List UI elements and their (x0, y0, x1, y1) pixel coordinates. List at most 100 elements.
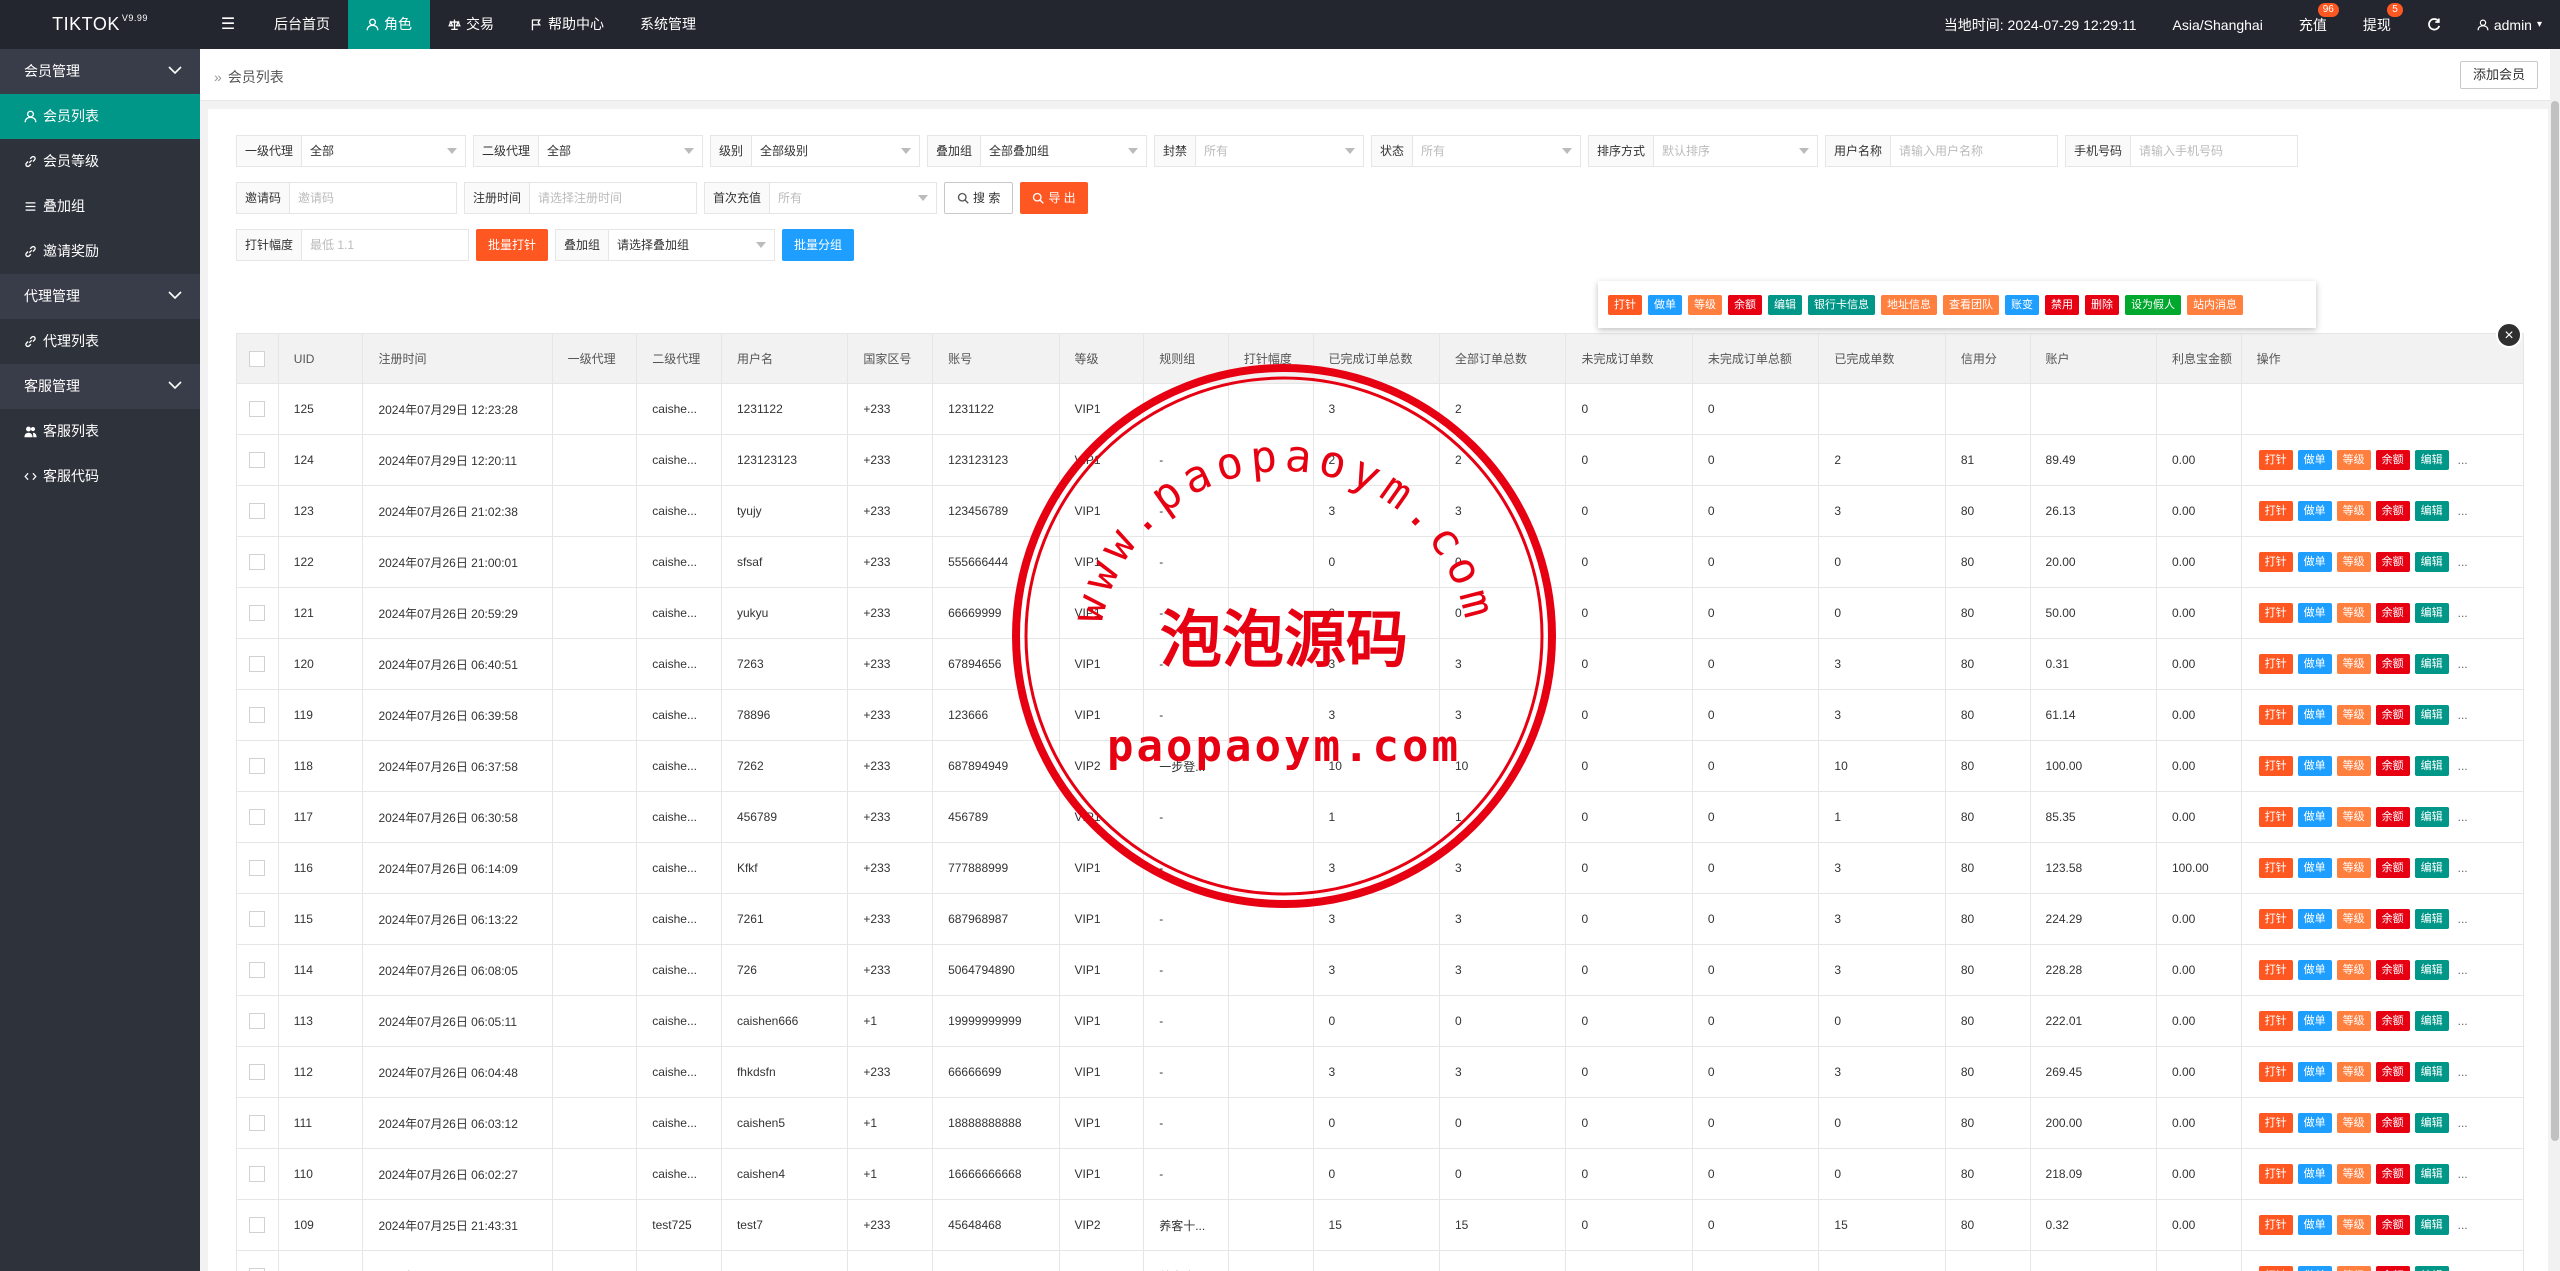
row-checkbox-cell[interactable] (236, 434, 279, 486)
filter-r1-2[interactable]: 级别 全部级别 (710, 135, 920, 167)
action-button[interactable]: 编辑 (2414, 1215, 2449, 1235)
action-button[interactable]: 余额 (2375, 909, 2410, 929)
action-button[interactable]: 余额 (2375, 1215, 2410, 1235)
more-actions-button[interactable]: ... (2458, 708, 2468, 722)
filter-input[interactable]: 请选择注册时间 (530, 183, 696, 213)
action-button[interactable]: 余额 (2375, 1011, 2410, 1031)
action-button[interactable]: 余额 (2375, 450, 2410, 470)
sidebar-group-0[interactable]: 会员管理 (0, 49, 200, 94)
refresh-icon[interactable] (2409, 0, 2459, 49)
row-checkbox-cell[interactable] (236, 536, 279, 588)
action-button[interactable]: 余额 (2375, 1062, 2410, 1082)
action-button[interactable]: 打针 (2258, 858, 2293, 878)
filter-r2-1[interactable]: 注册时间 请选择注册时间 (464, 182, 697, 214)
batch-group-button[interactable]: 批量分组 (782, 229, 855, 261)
checkbox[interactable] (249, 860, 266, 876)
more-actions-button[interactable]: ... (2458, 504, 2468, 518)
row-checkbox-cell[interactable] (236, 842, 279, 894)
row-checkbox-cell[interactable] (236, 1046, 279, 1098)
action-button[interactable]: 编辑 (2414, 603, 2449, 623)
action-button[interactable]: 打针 (2258, 1062, 2293, 1082)
row-checkbox-cell[interactable] (236, 893, 279, 945)
add-member-button[interactable]: 添加会员 (2459, 61, 2538, 89)
checkbox[interactable] (249, 656, 266, 672)
action-button[interactable]: 编辑 (2414, 909, 2449, 929)
action-button[interactable]: 余额 (2375, 807, 2410, 827)
action-button[interactable]: 打针 (2258, 1266, 2293, 1271)
action-button[interactable]: 等级 (2336, 450, 2371, 470)
filter-input[interactable]: 邀请码 (290, 183, 456, 213)
filter-r1-3[interactable]: 叠加组 全部叠加组 (927, 135, 1147, 167)
group-select[interactable]: 叠加组 请选择叠加组 (555, 229, 776, 261)
nav-item-4[interactable]: 系统管理 (622, 0, 714, 49)
action-button[interactable]: 做单 (2297, 1266, 2332, 1271)
nav-item-1[interactable]: 角色 (348, 0, 430, 49)
sidebar-item-0-1[interactable]: 会员等级 (0, 139, 200, 184)
row-checkbox-cell[interactable] (236, 689, 279, 741)
action-button[interactable]: 等级 (2336, 603, 2371, 623)
table-row[interactable]: 113 2024年07月26日 06:05:11 caishe... caishen6… (236, 995, 2525, 1047)
table-row[interactable]: 111 2024年07月26日 06:03:12 caishe... caishen5… (236, 1097, 2525, 1149)
filter-select[interactable]: 全部 (539, 136, 702, 166)
popup-action-button[interactable]: 设为假人 (2125, 294, 2181, 315)
filter-input[interactable]: 最低 1.1 (302, 230, 468, 260)
action-button[interactable]: 编辑 (2414, 654, 2449, 674)
row-checkbox-cell[interactable] (236, 995, 279, 1047)
sidebar-item-0-0[interactable]: 会员列表 (0, 94, 200, 139)
action-button[interactable]: 等级 (2336, 858, 2371, 878)
filter-r1-6[interactable]: 排序方式 默认排序 (1588, 135, 1818, 167)
filter-r2-0[interactable]: 邀请码 邀请码 (236, 182, 457, 214)
table-row[interactable]: 115 2024年07月26日 06:13:22 caishe... 7261 +233… (236, 893, 2525, 945)
row-checkbox-cell[interactable] (236, 791, 279, 843)
more-actions-button[interactable]: ... (2458, 810, 2468, 824)
action-button[interactable]: 编辑 (2414, 1011, 2449, 1031)
action-button[interactable]: 做单 (2297, 603, 2332, 623)
search-button[interactable]: 搜 索 (944, 182, 1014, 214)
action-button[interactable]: 余额 (2375, 501, 2410, 521)
more-actions-button[interactable]: ... (2458, 657, 2468, 671)
action-button[interactable]: 打针 (2258, 1164, 2293, 1184)
table-row[interactable]: 116 2024年07月26日 06:14:09 caishe... Kfkf +233… (236, 842, 2525, 894)
filter-r1-5[interactable]: 状态 所有 (1371, 135, 1581, 167)
action-button[interactable]: 余额 (2375, 960, 2410, 980)
action-button[interactable]: 余额 (2375, 1113, 2410, 1133)
more-actions-button[interactable]: ... (2458, 1014, 2468, 1028)
table-row[interactable]: 119 2024年07月26日 06:39:58 caishe... 78896 +23… (236, 689, 2525, 741)
row-checkbox-cell[interactable] (236, 1097, 279, 1149)
table-row[interactable]: 122 2024年07月26日 21:00:01 caishe... sfsaf +23… (236, 536, 2525, 588)
action-button[interactable]: 打针 (2258, 654, 2293, 674)
action-button[interactable]: 做单 (2297, 909, 2332, 929)
action-button[interactable]: 做单 (2297, 1215, 2332, 1235)
batch-inject-button[interactable]: 批量打针 (476, 229, 549, 261)
action-button[interactable]: 做单 (2297, 1113, 2332, 1133)
action-button[interactable]: 做单 (2297, 705, 2332, 725)
action-button[interactable]: 做单 (2297, 807, 2332, 827)
popup-action-button[interactable]: 查看团队 (1943, 294, 1999, 315)
action-button[interactable]: 打针 (2258, 603, 2293, 623)
filter-r1-7[interactable]: 用户名称 请输入用户名称 (1825, 135, 2058, 167)
checkbox[interactable] (249, 503, 266, 519)
checkbox[interactable] (249, 707, 266, 723)
table-row[interactable]: 120 2024年07月26日 06:40:51 caishe... 7263 +233… (236, 638, 2525, 690)
popup-action-button[interactable]: 账变 (2005, 294, 2039, 315)
action-button[interactable]: 做单 (2297, 654, 2332, 674)
action-button[interactable]: 编辑 (2414, 1062, 2449, 1082)
action-button[interactable]: 打针 (2258, 450, 2293, 470)
more-actions-button[interactable]: ... (2458, 912, 2468, 926)
sidebar-group-2[interactable]: 客服管理 (0, 364, 200, 409)
filter-select[interactable]: 所有 (1413, 136, 1580, 166)
popup-action-button[interactable]: 删除 (2085, 294, 2119, 315)
more-actions-button[interactable]: ... (2458, 555, 2468, 569)
action-button[interactable]: 打针 (2258, 705, 2293, 725)
action-button[interactable]: 编辑 (2414, 756, 2449, 776)
action-button[interactable]: 做单 (2297, 450, 2332, 470)
popup-action-button[interactable]: 站内消息 (2187, 294, 2243, 315)
row-checkbox-cell[interactable] (236, 1250, 279, 1271)
menu-toggle-icon[interactable]: ☰ (200, 0, 256, 49)
action-button[interactable]: 等级 (2336, 1062, 2371, 1082)
checkbox[interactable] (249, 1013, 266, 1029)
checkbox[interactable] (249, 1166, 266, 1182)
more-actions-button[interactable]: ... (2458, 861, 2468, 875)
action-button[interactable]: 余额 (2375, 1266, 2410, 1271)
more-actions-button[interactable]: ... (2458, 759, 2468, 773)
